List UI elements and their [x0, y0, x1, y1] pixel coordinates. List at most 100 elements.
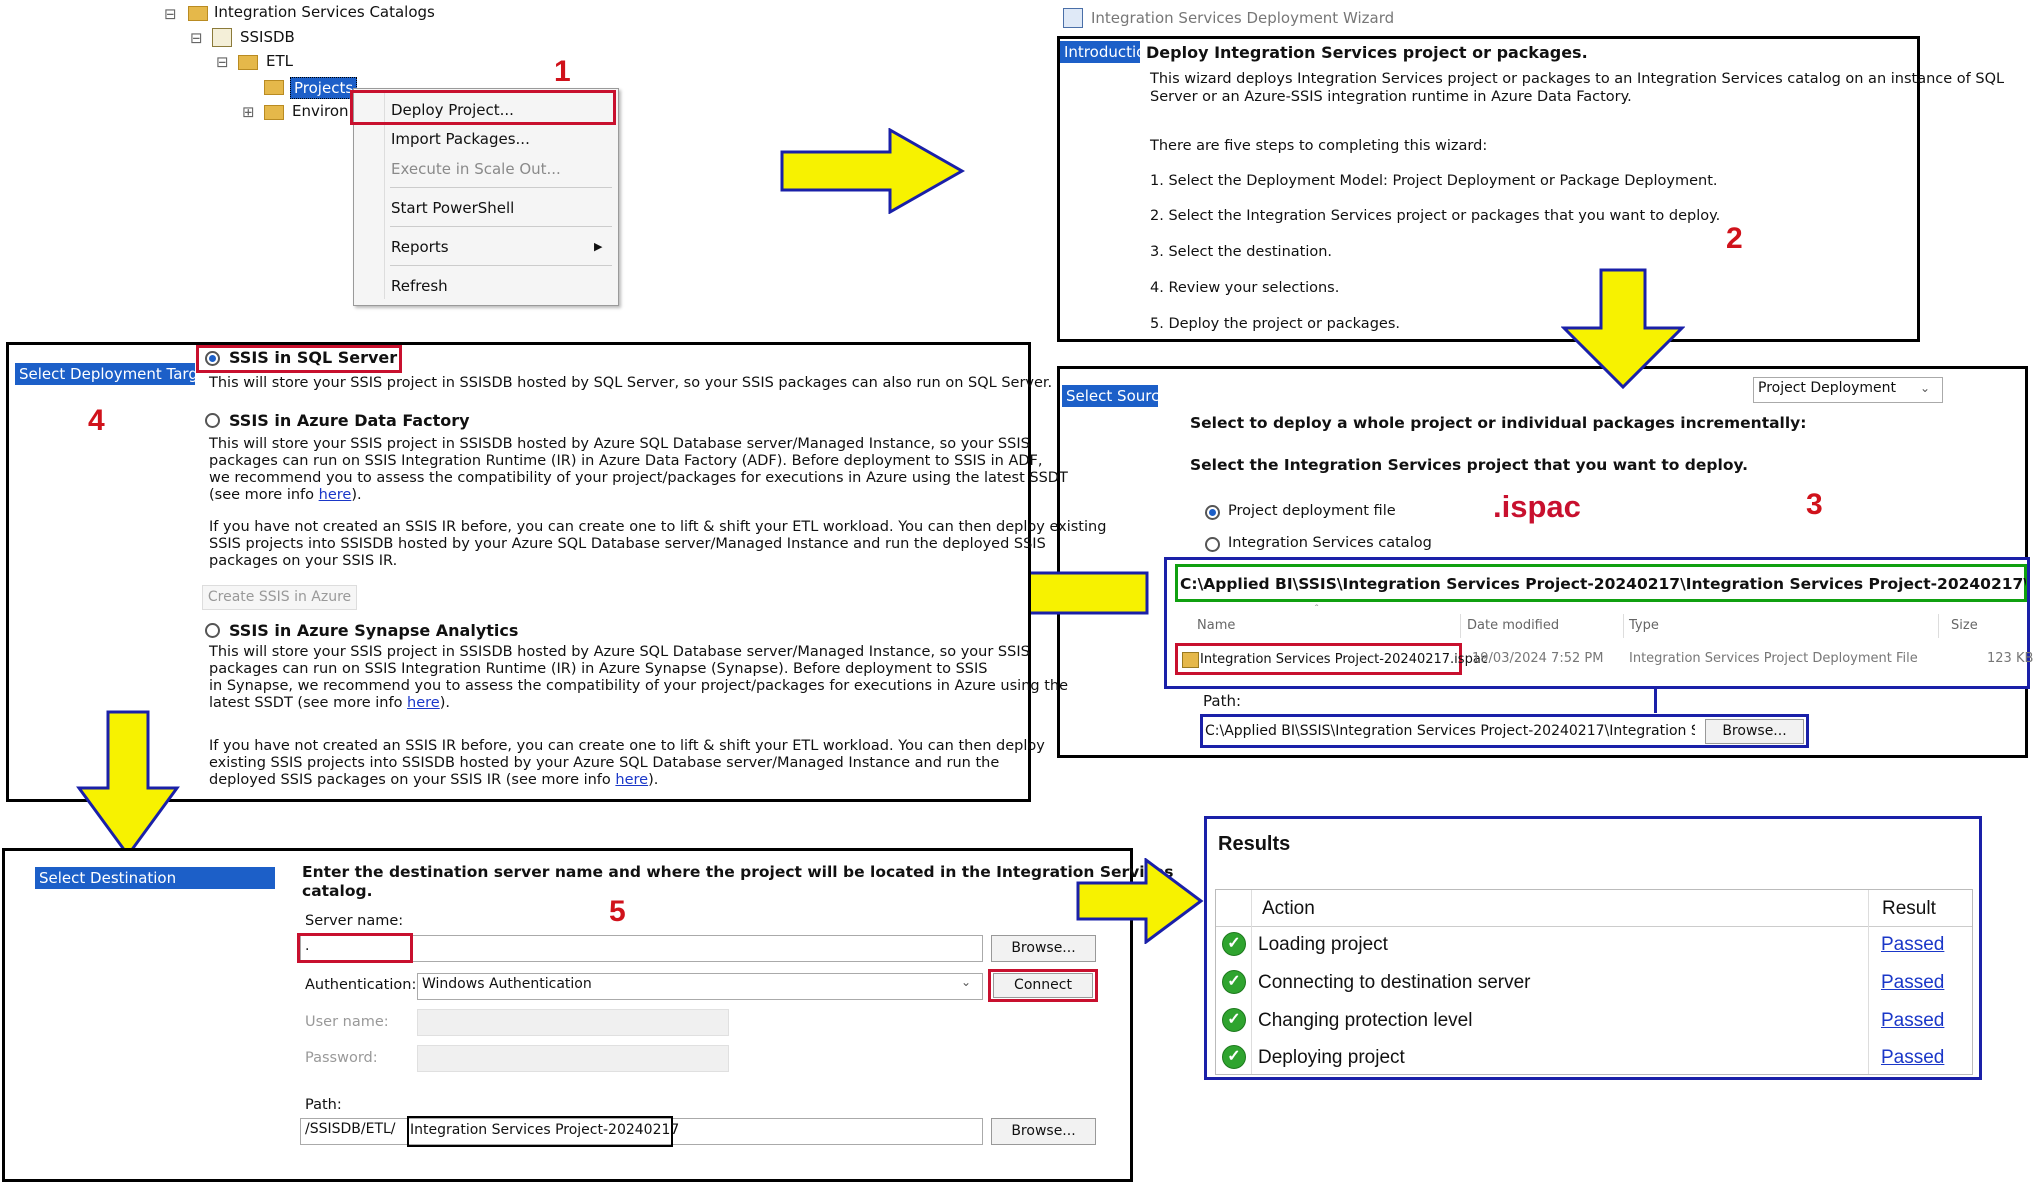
option-ssis-synapse: SSIS in Azure Synapse Analytics — [229, 621, 519, 640]
deployment-model-dropdown[interactable]: Project Deployment — [1753, 377, 1943, 403]
result-action: Deploying project — [1258, 1047, 1405, 1068]
option-ssis-adf-desc: (see more info here). — [209, 487, 362, 504]
deployment-model-value: Project Deployment — [1758, 380, 1896, 396]
wizard-titlebar: Integration Services Deployment Wizard — [1057, 0, 1917, 36]
tab-select-deployment-target[interactable]: Select Deployment Target — [15, 363, 195, 385]
authentication-label: Authentication: — [305, 977, 417, 993]
col-header-result[interactable]: Result — [1882, 898, 1936, 920]
server-name-highlight — [297, 933, 413, 963]
success-check-icon: ✓ — [1222, 1045, 1246, 1069]
col-divider — [1460, 614, 1461, 638]
arrow-down-icon — [1561, 268, 1685, 390]
option-ssis-synapse-desc: packages can run on SSIS Integration Run… — [209, 661, 988, 677]
tree-item-etl[interactable]: ETL — [266, 52, 293, 70]
password-label: Password: — [305, 1050, 378, 1066]
close-paren: ). — [648, 772, 659, 788]
radio-project-deployment-file[interactable] — [1205, 505, 1220, 520]
see-more-link[interactable]: here — [319, 487, 352, 503]
arrow-down-icon — [76, 710, 180, 858]
folder-path-box: C:\Applied BI\SSIS\Integration Services … — [1175, 564, 2027, 602]
wizard-desc-line1: This wizard deploys Integration Services… — [1150, 71, 2005, 87]
tree-item-projects[interactable]: Projects — [290, 77, 358, 99]
wizard-step: 1. Select the Deployment Model: Project … — [1150, 173, 1718, 189]
expand-toggle-icon[interactable]: ⊟ — [216, 53, 229, 71]
expand-toggle-icon[interactable]: ⊞ — [242, 103, 255, 121]
file-type: Integration Services Project Deployment … — [1629, 651, 1918, 666]
radio-ssis-azure-data-factory[interactable] — [205, 413, 220, 428]
table-row: ✓ Loading project Passed — [1216, 926, 1972, 963]
result-action: Connecting to destination server — [1258, 972, 1531, 993]
source-path-row: C:\Applied BI\SSIS\Integration Services … — [1200, 714, 1809, 748]
wizard-step: 2. Select the Integration Services proje… — [1150, 208, 1721, 224]
folder-icon — [188, 6, 208, 21]
col-header-date[interactable]: Date modified — [1467, 618, 1559, 633]
radio-label-catalog: Integration Services catalog — [1228, 535, 1432, 551]
file-date: 19/03/2024 7:52 PM — [1472, 651, 1604, 666]
menu-item-reports[interactable]: Reports — [354, 238, 618, 256]
option-ssis-adf-desc: This will store your SSIS project in SSI… — [209, 436, 1030, 452]
see-more-link[interactable]: here — [407, 695, 440, 711]
tree-item-ssisdb[interactable]: SSISDB — [240, 28, 295, 46]
tree-item-catalogs[interactable]: Integration Services Catalogs — [214, 3, 435, 21]
tree-item-environments[interactable]: Environ — [292, 102, 349, 120]
option-ssis-synapse-desc: in Synapse, we recommend you to assess t… — [209, 678, 1068, 694]
tab-select-destination[interactable]: Select Destination — [35, 867, 275, 889]
see-more-link[interactable]: here — [615, 772, 648, 788]
col-header-size[interactable]: Size — [1951, 618, 1978, 633]
tab-select-source[interactable]: Select Source — [1062, 385, 1169, 407]
source-path-label: Path: — [1203, 692, 1242, 710]
results-title: Results — [1218, 833, 1291, 855]
result-action: Loading project — [1258, 934, 1388, 955]
create-ir-note: existing SSIS projects into SSISDB hoste… — [209, 755, 1000, 771]
create-ir-note: SSIS projects into SSISDB hosted by your… — [209, 536, 1046, 552]
expand-toggle-icon[interactable]: ⊟ — [190, 29, 203, 47]
authentication-dropdown[interactable]: Windows Authentication — [417, 973, 983, 1000]
menu-item-import-packages[interactable]: Import Packages... — [354, 130, 618, 148]
option-ssis-adf-desc: we recommend you to assess the compatibi… — [209, 470, 1068, 486]
option-ssis-synapse-desc: latest SSDT (see more info here). — [209, 695, 451, 711]
browse-source-button[interactable]: Browse... — [1705, 719, 1804, 744]
menu-item-execute-scale-out: Execute in Scale Out... — [391, 160, 561, 178]
col-header-action[interactable]: Action — [1262, 898, 1315, 920]
sort-caret-icon: ˆ — [1315, 604, 1319, 615]
expand-toggle-icon[interactable]: ⊟ — [164, 5, 177, 23]
close-paren: ) — [439, 695, 446, 711]
menu-item-start-powershell[interactable]: Start PowerShell — [354, 199, 618, 217]
chevron-down-icon: ⌄ — [961, 975, 972, 989]
col-header-name[interactable]: Name — [1197, 618, 1235, 633]
source-instruction-2: Select the Integration Services project … — [1190, 456, 1749, 474]
result-status-link[interactable]: Passed — [1881, 972, 1944, 994]
result-status-link[interactable]: Passed — [1881, 934, 1944, 956]
highlight-deploy-project — [350, 90, 616, 125]
username-label: User name: — [305, 1014, 389, 1030]
col-divider — [1938, 614, 1939, 638]
success-check-icon: ✓ — [1222, 970, 1246, 994]
radio-integration-services-catalog[interactable] — [1205, 537, 1220, 552]
results-header-row: Action Result — [1216, 890, 1972, 1074]
radio-ssis-azure-synapse[interactable] — [205, 623, 220, 638]
col-header-type[interactable]: Type — [1629, 618, 1659, 633]
destination-heading: catalog. — [302, 882, 373, 900]
wizard-step: 4. Review your selections. — [1150, 280, 1340, 296]
project-name: Integration Services Project-20240217 — [410, 1122, 680, 1138]
create-ssis-in-azure-button: Create SSIS in Azure — [202, 585, 357, 610]
col-divider — [1623, 614, 1624, 638]
result-status-link[interactable]: Passed — [1881, 1010, 1944, 1032]
folder-icon — [264, 80, 284, 95]
file-size: 123 KB — [1987, 651, 2034, 666]
ispac-file-row[interactable]: Integration Services Project-20240217.is… — [1175, 643, 1488, 675]
connect-button[interactable]: Connect — [993, 973, 1093, 998]
tab-introduction[interactable]: Introduction — [1060, 41, 1140, 63]
menu-separator — [390, 226, 612, 227]
source-path-input[interactable]: C:\Applied BI\SSIS\Integration Services … — [1205, 723, 1695, 739]
arrow-right-icon — [1076, 858, 1204, 944]
radio-ssis-sql-server[interactable] — [205, 351, 220, 366]
select-destination-panel: Select Destination Enter the destination… — [2, 848, 1174, 1182]
step-number-2: 2 — [1726, 222, 1743, 255]
menu-item-refresh[interactable]: Refresh — [354, 277, 618, 295]
close-paren: ). — [351, 487, 362, 503]
create-ir-note: If you have not created an SSIS IR befor… — [209, 738, 1045, 754]
result-status-link[interactable]: Passed — [1881, 1047, 1944, 1069]
browse-path-button[interactable]: Browse... — [991, 1118, 1096, 1145]
destination-heading: Enter the destination server name and wh… — [302, 863, 1174, 881]
